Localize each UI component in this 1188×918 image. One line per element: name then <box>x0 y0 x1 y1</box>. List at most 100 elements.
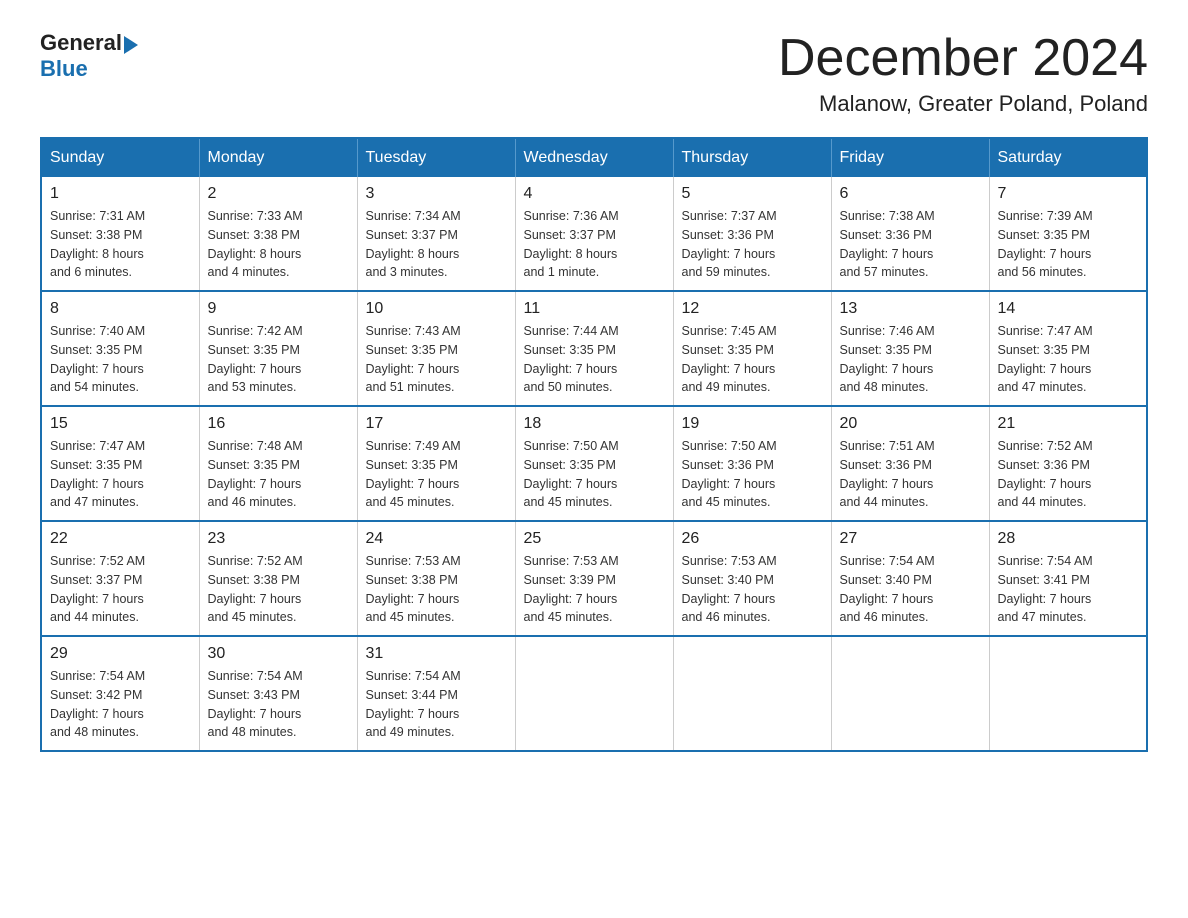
day-number: 14 <box>998 300 1139 318</box>
day-number: 5 <box>682 185 823 203</box>
day-cell: 16 Sunrise: 7:48 AM Sunset: 3:35 PM Dayl… <box>199 406 357 521</box>
day-info: Sunrise: 7:42 AM Sunset: 3:35 PM Dayligh… <box>208 322 349 397</box>
day-cell: 27 Sunrise: 7:54 AM Sunset: 3:40 PM Dayl… <box>831 521 989 636</box>
header-wednesday: Wednesday <box>515 138 673 177</box>
day-number: 24 <box>366 530 507 548</box>
day-cell: 5 Sunrise: 7:37 AM Sunset: 3:36 PM Dayli… <box>673 177 831 291</box>
logo-blue: Blue <box>40 56 88 82</box>
title-section: December 2024 Malanow, Greater Poland, P… <box>778 30 1148 117</box>
day-info: Sunrise: 7:44 AM Sunset: 3:35 PM Dayligh… <box>524 322 665 397</box>
logo-general: General <box>40 30 122 56</box>
day-cell: 9 Sunrise: 7:42 AM Sunset: 3:35 PM Dayli… <box>199 291 357 406</box>
day-cell: 18 Sunrise: 7:50 AM Sunset: 3:35 PM Dayl… <box>515 406 673 521</box>
day-cell: 24 Sunrise: 7:53 AM Sunset: 3:38 PM Dayl… <box>357 521 515 636</box>
day-info: Sunrise: 7:46 AM Sunset: 3:35 PM Dayligh… <box>840 322 981 397</box>
day-number: 4 <box>524 185 665 203</box>
day-number: 8 <box>50 300 191 318</box>
day-info: Sunrise: 7:53 AM Sunset: 3:39 PM Dayligh… <box>524 552 665 627</box>
day-number: 29 <box>50 645 191 663</box>
day-cell <box>831 636 989 751</box>
day-number: 15 <box>50 415 191 433</box>
day-info: Sunrise: 7:50 AM Sunset: 3:35 PM Dayligh… <box>524 437 665 512</box>
calendar-body: 1 Sunrise: 7:31 AM Sunset: 3:38 PM Dayli… <box>41 177 1147 751</box>
day-info: Sunrise: 7:50 AM Sunset: 3:36 PM Dayligh… <box>682 437 823 512</box>
day-info: Sunrise: 7:36 AM Sunset: 3:37 PM Dayligh… <box>524 207 665 282</box>
header-friday: Friday <box>831 138 989 177</box>
day-number: 22 <box>50 530 191 548</box>
day-info: Sunrise: 7:43 AM Sunset: 3:35 PM Dayligh… <box>366 322 507 397</box>
day-cell: 7 Sunrise: 7:39 AM Sunset: 3:35 PM Dayli… <box>989 177 1147 291</box>
day-number: 12 <box>682 300 823 318</box>
day-number: 17 <box>366 415 507 433</box>
day-info: Sunrise: 7:33 AM Sunset: 3:38 PM Dayligh… <box>208 207 349 282</box>
calendar-table: Sunday Monday Tuesday Wednesday Thursday… <box>40 137 1148 752</box>
week-row-4: 22 Sunrise: 7:52 AM Sunset: 3:37 PM Dayl… <box>41 521 1147 636</box>
day-cell: 12 Sunrise: 7:45 AM Sunset: 3:35 PM Dayl… <box>673 291 831 406</box>
day-info: Sunrise: 7:47 AM Sunset: 3:35 PM Dayligh… <box>50 437 191 512</box>
day-number: 23 <box>208 530 349 548</box>
day-number: 20 <box>840 415 981 433</box>
day-number: 30 <box>208 645 349 663</box>
day-number: 21 <box>998 415 1139 433</box>
day-info: Sunrise: 7:54 AM Sunset: 3:43 PM Dayligh… <box>208 667 349 742</box>
day-info: Sunrise: 7:54 AM Sunset: 3:40 PM Dayligh… <box>840 552 981 627</box>
day-cell: 31 Sunrise: 7:54 AM Sunset: 3:44 PM Dayl… <box>357 636 515 751</box>
week-row-2: 8 Sunrise: 7:40 AM Sunset: 3:35 PM Dayli… <box>41 291 1147 406</box>
day-cell <box>673 636 831 751</box>
day-info: Sunrise: 7:52 AM Sunset: 3:36 PM Dayligh… <box>998 437 1139 512</box>
header-saturday: Saturday <box>989 138 1147 177</box>
day-cell: 14 Sunrise: 7:47 AM Sunset: 3:35 PM Dayl… <box>989 291 1147 406</box>
day-cell: 15 Sunrise: 7:47 AM Sunset: 3:35 PM Dayl… <box>41 406 199 521</box>
header-row: Sunday Monday Tuesday Wednesday Thursday… <box>41 138 1147 177</box>
day-number: 27 <box>840 530 981 548</box>
day-info: Sunrise: 7:39 AM Sunset: 3:35 PM Dayligh… <box>998 207 1139 282</box>
page-header: General Blue December 2024 Malanow, Grea… <box>40 30 1148 117</box>
day-number: 2 <box>208 185 349 203</box>
logo: General Blue <box>40 30 138 82</box>
day-info: Sunrise: 7:54 AM Sunset: 3:41 PM Dayligh… <box>998 552 1139 627</box>
day-cell: 8 Sunrise: 7:40 AM Sunset: 3:35 PM Dayli… <box>41 291 199 406</box>
day-cell <box>515 636 673 751</box>
logo-arrow-icon <box>124 36 138 54</box>
day-cell: 6 Sunrise: 7:38 AM Sunset: 3:36 PM Dayli… <box>831 177 989 291</box>
day-cell: 13 Sunrise: 7:46 AM Sunset: 3:35 PM Dayl… <box>831 291 989 406</box>
day-cell: 20 Sunrise: 7:51 AM Sunset: 3:36 PM Dayl… <box>831 406 989 521</box>
day-cell: 26 Sunrise: 7:53 AM Sunset: 3:40 PM Dayl… <box>673 521 831 636</box>
day-cell: 29 Sunrise: 7:54 AM Sunset: 3:42 PM Dayl… <box>41 636 199 751</box>
day-info: Sunrise: 7:31 AM Sunset: 3:38 PM Dayligh… <box>50 207 191 282</box>
day-number: 25 <box>524 530 665 548</box>
day-cell: 21 Sunrise: 7:52 AM Sunset: 3:36 PM Dayl… <box>989 406 1147 521</box>
day-number: 1 <box>50 185 191 203</box>
day-number: 31 <box>366 645 507 663</box>
week-row-1: 1 Sunrise: 7:31 AM Sunset: 3:38 PM Dayli… <box>41 177 1147 291</box>
day-number: 9 <box>208 300 349 318</box>
day-cell <box>989 636 1147 751</box>
location-title: Malanow, Greater Poland, Poland <box>778 91 1148 117</box>
week-row-5: 29 Sunrise: 7:54 AM Sunset: 3:42 PM Dayl… <box>41 636 1147 751</box>
day-number: 10 <box>366 300 507 318</box>
day-number: 13 <box>840 300 981 318</box>
day-info: Sunrise: 7:45 AM Sunset: 3:35 PM Dayligh… <box>682 322 823 397</box>
day-number: 28 <box>998 530 1139 548</box>
day-info: Sunrise: 7:52 AM Sunset: 3:38 PM Dayligh… <box>208 552 349 627</box>
day-info: Sunrise: 7:54 AM Sunset: 3:44 PM Dayligh… <box>366 667 507 742</box>
day-cell: 30 Sunrise: 7:54 AM Sunset: 3:43 PM Dayl… <box>199 636 357 751</box>
day-cell: 17 Sunrise: 7:49 AM Sunset: 3:35 PM Dayl… <box>357 406 515 521</box>
day-info: Sunrise: 7:52 AM Sunset: 3:37 PM Dayligh… <box>50 552 191 627</box>
month-title: December 2024 <box>778 30 1148 87</box>
day-cell: 22 Sunrise: 7:52 AM Sunset: 3:37 PM Dayl… <box>41 521 199 636</box>
day-info: Sunrise: 7:49 AM Sunset: 3:35 PM Dayligh… <box>366 437 507 512</box>
day-info: Sunrise: 7:34 AM Sunset: 3:37 PM Dayligh… <box>366 207 507 282</box>
header-sunday: Sunday <box>41 138 199 177</box>
day-cell: 1 Sunrise: 7:31 AM Sunset: 3:38 PM Dayli… <box>41 177 199 291</box>
day-info: Sunrise: 7:38 AM Sunset: 3:36 PM Dayligh… <box>840 207 981 282</box>
day-number: 6 <box>840 185 981 203</box>
day-cell: 11 Sunrise: 7:44 AM Sunset: 3:35 PM Dayl… <box>515 291 673 406</box>
day-number: 26 <box>682 530 823 548</box>
day-info: Sunrise: 7:47 AM Sunset: 3:35 PM Dayligh… <box>998 322 1139 397</box>
day-info: Sunrise: 7:48 AM Sunset: 3:35 PM Dayligh… <box>208 437 349 512</box>
day-cell: 25 Sunrise: 7:53 AM Sunset: 3:39 PM Dayl… <box>515 521 673 636</box>
day-cell: 19 Sunrise: 7:50 AM Sunset: 3:36 PM Dayl… <box>673 406 831 521</box>
week-row-3: 15 Sunrise: 7:47 AM Sunset: 3:35 PM Dayl… <box>41 406 1147 521</box>
day-info: Sunrise: 7:54 AM Sunset: 3:42 PM Dayligh… <box>50 667 191 742</box>
